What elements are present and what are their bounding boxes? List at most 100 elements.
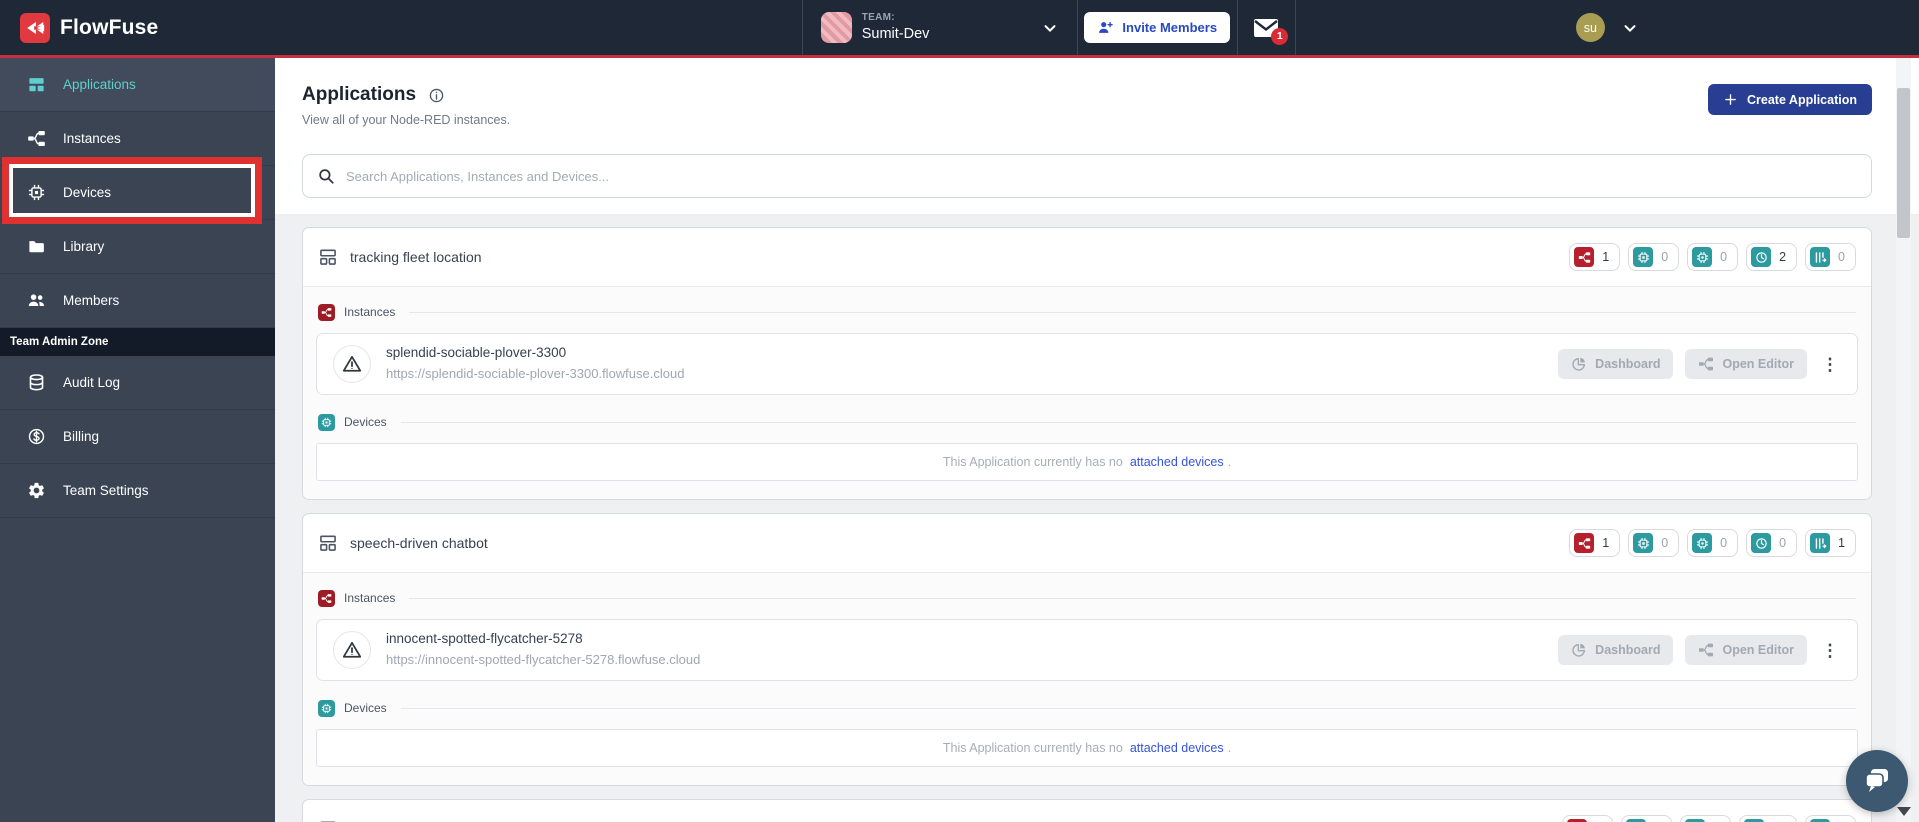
sidebar-item-applications[interactable]: Applications [0, 58, 275, 112]
application-badges: 1 0 0 2 0 [1569, 243, 1856, 271]
brand[interactable]: FlowFuse [0, 0, 178, 55]
instance-row[interactable]: splendid-sociable-plover-3300 https://sp… [316, 333, 1858, 395]
notification-badge: 1 [1271, 27, 1289, 45]
instances-icon [27, 129, 46, 148]
info-icon[interactable] [428, 87, 445, 104]
sidebar-section-team-admin-zone: Team Admin Zone [0, 328, 275, 356]
chat-icon [1862, 766, 1892, 796]
instance-url[interactable]: https://splendid-sociable-plover-3300.fl… [386, 364, 1543, 384]
chat-widget-button[interactable] [1846, 750, 1908, 812]
application-card: test 210200 [302, 799, 1872, 822]
user-avatar: su [1575, 13, 1605, 42]
dashboard-button[interactable]: Dashboard [1558, 349, 1674, 379]
applications-list: tracking fleet location 1 0 0 2 0 Instances … [275, 214, 1919, 822]
scrollbar-thumb[interactable] [1897, 88, 1910, 238]
application-card-body: Instances innocent-spotted-flycatcher-52… [303, 572, 1871, 785]
application-name[interactable]: speech-driven chatbot [350, 535, 488, 551]
scrollbar-down-arrow[interactable] [1897, 807, 1911, 816]
instance-options-button[interactable]: ⋮ [1819, 642, 1841, 659]
devices-empty-text: This Application currently has no [942, 455, 1123, 469]
badge-node-red: 2 [1562, 815, 1614, 822]
page-subtitle: View all of your Node-RED instances. [302, 113, 511, 127]
team-selector[interactable]: TEAM: Sumit-Dev [801, 0, 1077, 55]
badge-instance: 0 [1628, 529, 1680, 557]
page-title: Applications [302, 84, 417, 105]
team-settings-icon [27, 481, 46, 500]
pipeline-badge-icon [1810, 533, 1831, 553]
device-badge-icon [1692, 247, 1713, 267]
instance-row[interactable]: innocent-spotted-flycatcher-5278 https:/… [316, 619, 1858, 681]
notifications-block[interactable]: 1 [1236, 0, 1295, 55]
team-avatar [820, 12, 852, 43]
pipeline-badge-icon [1810, 247, 1831, 267]
search-input[interactable] [346, 168, 1857, 184]
attached-devices-link[interactable]: attached devices [1130, 455, 1224, 469]
badge-count: 0 [1661, 536, 1669, 550]
sidebar-nav: Applications Instances Devices Library Membe… [0, 58, 275, 328]
badge-device: 0 [1680, 815, 1732, 822]
badge-snapshot: 2 [1746, 243, 1798, 271]
sidebar-item-members[interactable]: Members [0, 274, 275, 328]
badge-pipeline: 1 [1805, 529, 1856, 557]
brand-name: FlowFuse [60, 15, 159, 39]
snapshot-badge-icon [1751, 533, 1772, 553]
team-name: Sumit-Dev [861, 25, 930, 42]
section-divider [400, 707, 1856, 709]
badge-pipeline: 0 [1805, 243, 1856, 271]
section-divider [409, 597, 1856, 599]
create-application-label: Create Application [1747, 92, 1857, 107]
open-editor-label: Open Editor [1722, 357, 1794, 371]
attached-devices-link[interactable]: attached devices [1130, 741, 1224, 755]
application-icon [318, 247, 338, 267]
devices-empty-period: . [1227, 741, 1232, 755]
main-content: Applications View all of your Node-RED i… [275, 58, 1919, 822]
sidebar-item-instances[interactable]: Instances [0, 112, 275, 166]
application-card: tracking fleet location 1 0 0 2 0 Instances … [302, 227, 1872, 500]
user-menu[interactable]: su [1294, 0, 1919, 55]
members-icon [27, 291, 46, 310]
devices-empty-state: This Application currently has no attach… [316, 729, 1858, 767]
invite-members-button[interactable]: Invite Members [1084, 12, 1231, 43]
pie-chart-icon [1571, 642, 1587, 658]
badge-count: 1 [1838, 536, 1845, 550]
scrollbar[interactable] [1896, 58, 1911, 822]
navbar-spacer [178, 0, 801, 55]
instances-section-label: Instances [344, 591, 396, 605]
sidebar-item-audit-log[interactable]: Audit Log [0, 356, 275, 410]
team-label: TEAM: [861, 12, 895, 24]
application-badges: 1 0 0 0 1 [1569, 529, 1856, 557]
section-divider [400, 421, 1856, 423]
dashboard-button[interactable]: Dashboard [1558, 635, 1674, 665]
sidebar-item-label: Devices [63, 185, 112, 200]
devices-icon [27, 183, 46, 202]
instance-options-button[interactable]: ⋮ [1819, 356, 1841, 373]
open-editor-button[interactable]: Open Editor [1685, 635, 1807, 665]
flowfuse-logo-icon [20, 12, 50, 43]
team-chevron-down-icon [1041, 19, 1059, 37]
invite-members-block: Invite Members [1076, 0, 1237, 55]
application-badges: 210200 [1562, 815, 1856, 822]
node-red-icon [318, 303, 335, 321]
sidebar-item-team-settings[interactable]: Team Settings [0, 464, 275, 518]
instance-url[interactable]: https://innocent-spotted-flycatcher-5278… [386, 650, 1543, 670]
open-editor-label: Open Editor [1722, 643, 1794, 657]
sidebar: Applications Instances Devices Library Membe… [0, 58, 275, 822]
application-card-header: tracking fleet location 1 0 0 2 0 [303, 228, 1871, 286]
sidebar-item-billing[interactable]: Billing [0, 410, 275, 464]
badge-count: 2 [1779, 250, 1787, 264]
instance-name[interactable]: innocent-spotted-flycatcher-5278 [386, 629, 1543, 650]
instance-name[interactable]: splendid-sociable-plover-3300 [386, 343, 1543, 364]
instances-section-label: Instances [344, 305, 396, 319]
application-card-body: Instances splendid-sociable-plover-3300 … [303, 286, 1871, 499]
sidebar-item-devices[interactable]: Devices [0, 166, 275, 220]
audit-log-icon [27, 373, 46, 392]
application-name[interactable]: tracking fleet location [350, 249, 482, 265]
sidebar-item-library[interactable]: Library [0, 220, 275, 274]
open-editor-button[interactable]: Open Editor [1685, 349, 1807, 379]
node-red-icon [318, 589, 335, 607]
sidebar-item-label: Applications [63, 77, 136, 92]
create-application-button[interactable]: Create Application [1708, 84, 1872, 115]
application-icon [318, 533, 338, 553]
mail-icon: 1 [1253, 17, 1289, 45]
library-icon [27, 237, 46, 256]
